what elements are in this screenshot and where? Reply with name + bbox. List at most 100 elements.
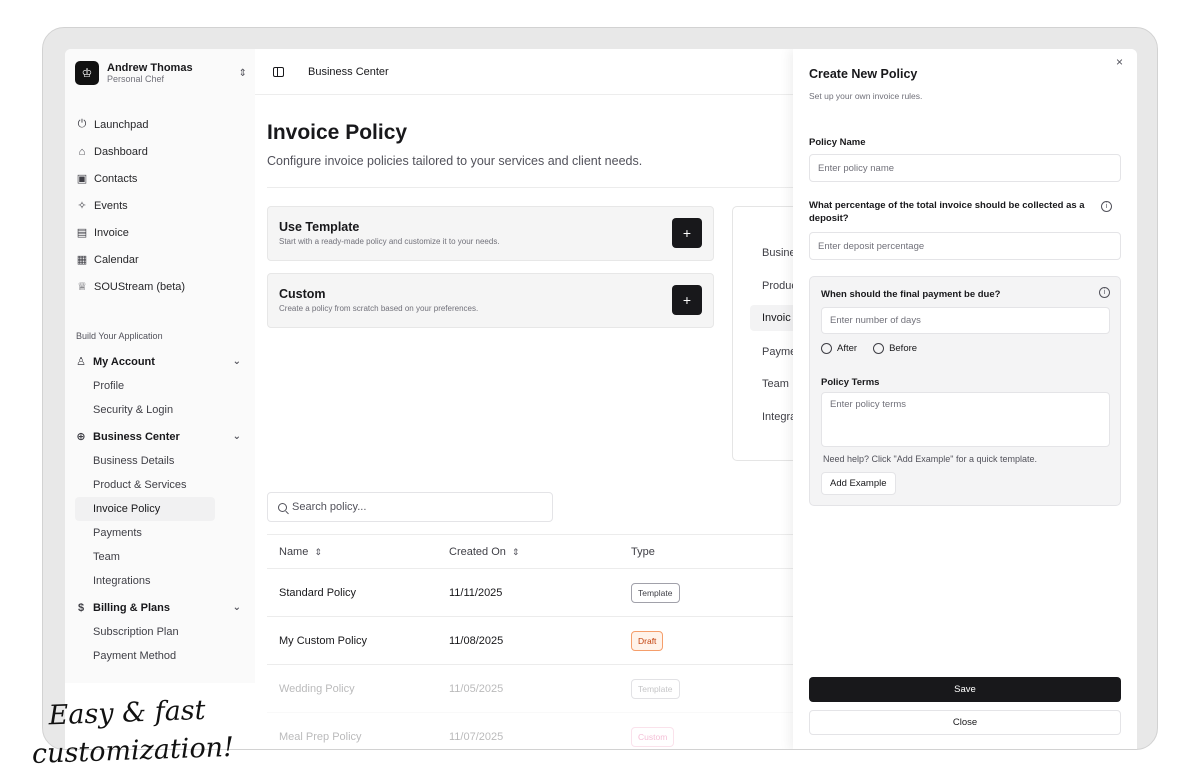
radio-before[interactable] <box>873 343 885 354</box>
header-name[interactable]: Name ⇕ <box>267 546 449 558</box>
tab-business[interactable]: Busine <box>733 240 793 266</box>
timing-radio-group: After Before <box>821 343 933 354</box>
table-row[interactable]: Meal Prep Policy 11/07/2025 Custom <box>267 713 797 749</box>
sub-item-invoice-policy[interactable]: Invoice Policy <box>75 497 215 521</box>
nav-label: Contacts <box>94 172 138 185</box>
nav-item-events[interactable]: ✧ Events <box>75 192 247 219</box>
cell-type: Template <box>631 678 791 699</box>
policy-terms-textarea[interactable]: Enter policy terms <box>821 392 1110 447</box>
group-label: Billing & Plans <box>93 601 171 614</box>
sub-item-business-details[interactable]: Business Details <box>75 449 247 473</box>
profile-switcher[interactable]: ♔ Andrew Thomas Personal Chef ⇕ <box>75 59 247 87</box>
divider <box>267 187 797 188</box>
tab-payments[interactable]: Payme <box>733 339 793 365</box>
contacts-icon: ▣ <box>76 173 88 185</box>
deposit-input[interactable]: Enter deposit percentage <box>809 232 1121 260</box>
search-input[interactable]: Search policy... <box>267 492 553 522</box>
radio-after[interactable] <box>821 343 832 354</box>
nav-label: Dashboard <box>94 145 148 158</box>
group-my-account[interactable]: ♙ My Account ⌄ <box>75 349 247 374</box>
info-icon[interactable]: i <box>1099 287 1110 298</box>
cell-created: 11/07/2025 <box>449 730 504 743</box>
radio-after-label: After <box>837 343 858 354</box>
policy-name-input[interactable]: Enter policy name <box>809 154 1121 182</box>
nav-label: Invoice <box>94 226 129 239</box>
nav-label: Events <box>94 199 128 212</box>
nav-item-dashboard[interactable]: ⌂ Dashboard <box>75 138 247 165</box>
nav-item-soustream[interactable]: ♕ SOUStream (beta) <box>75 273 247 300</box>
cell-type: Template <box>631 582 791 603</box>
profile-role: Personal Chef <box>107 73 165 84</box>
drawer-subtitle: Set up your own invoice rules. <box>809 91 923 101</box>
close-icon[interactable]: × <box>1116 55 1123 69</box>
tagline-line-2: customization! <box>31 731 235 770</box>
chef-hat-icon: ♔ <box>75 61 99 85</box>
calendar-icon: ▦ <box>76 254 88 266</box>
party-icon: ✧ <box>77 200 87 212</box>
home-icon: ⌂ <box>78 145 86 158</box>
dollar-icon: $ <box>77 601 85 614</box>
add-template-button[interactable]: + <box>672 218 702 248</box>
table-row[interactable]: Wedding Policy 11/05/2025 Template <box>267 665 797 713</box>
page-title: Invoice Policy <box>267 121 408 144</box>
chevron-up-down-icon: ⇕ <box>238 67 247 79</box>
policy-table: Name ⇕ Created On ⇕ Type Standard Policy 1… <box>267 534 797 749</box>
top-bar: Business Center <box>255 49 795 95</box>
add-example-button[interactable]: Add Example <box>821 472 896 495</box>
final-payment-box: When should the final payment be due? i … <box>809 276 1121 506</box>
sub-item-integrations[interactable]: Integrations <box>75 569 247 593</box>
search-placeholder: Search policy... <box>292 501 367 513</box>
chevron-down-icon: ⌄ <box>232 356 241 367</box>
sub-item-payment-method[interactable]: Payment Method <box>75 644 247 668</box>
tab-team[interactable]: Team <box>733 371 793 397</box>
settings-tree: ♙ My Account ⌄ Profile Security & Login … <box>75 349 247 668</box>
breadcrumb[interactable]: Business Center <box>308 66 389 78</box>
sub-item-subscription-plan[interactable]: Subscription Plan <box>75 620 247 644</box>
policy-terms-label: Policy Terms <box>821 377 880 388</box>
add-custom-button[interactable]: + <box>672 285 702 315</box>
input-placeholder: Enter policy name <box>818 162 895 174</box>
close-button[interactable]: Close <box>809 710 1121 735</box>
drawer-title: Create New Policy <box>809 67 918 81</box>
profile-text: Andrew Thomas Personal Chef <box>107 62 239 85</box>
user-icon: ♙ <box>76 356 86 368</box>
sidebar: ♔ Andrew Thomas Personal Chef ⇕ ⏻ Launchp… <box>65 49 255 683</box>
sub-item-product-services[interactable]: Product & Services <box>75 473 247 497</box>
create-policy-drawer: × Create New Policy Set up your own invo… <box>793 49 1137 749</box>
sub-item-security-login[interactable]: Security & Login <box>75 398 247 422</box>
sub-item-profile[interactable]: Profile <box>75 374 247 398</box>
tab-products[interactable]: Produc <box>733 273 793 299</box>
type-badge: Template <box>631 582 680 603</box>
tab-integrations[interactable]: Integra <box>733 404 793 430</box>
sub-item-payments[interactable]: Payments <box>75 521 247 545</box>
custom-policy-card[interactable]: Custom Create a policy from scratch base… <box>267 273 714 328</box>
save-button[interactable]: Save <box>809 677 1121 702</box>
card-title: Use Template <box>279 220 360 234</box>
table-row[interactable]: Standard Policy 11/11/2025 Template <box>267 569 797 617</box>
chevron-down-icon: ⌄ <box>232 602 241 613</box>
section-label: Build Your Application <box>76 331 163 341</box>
search-icon <box>278 502 287 512</box>
use-template-card[interactable]: Use Template Start with a ready-made pol… <box>267 206 714 261</box>
cell-name: My Custom Policy <box>279 634 368 647</box>
group-billing-plans[interactable]: $ Billing & Plans ⌄ <box>75 595 247 620</box>
cell-type: Draft <box>631 630 791 651</box>
device-frame: ♔ Andrew Thomas Personal Chef ⇕ ⏻ Launchp… <box>42 27 1158 750</box>
nav-item-invoice[interactable]: ▤ Invoice <box>75 219 247 246</box>
sidebar-toggle-icon[interactable] <box>273 66 284 77</box>
group-business-center[interactable]: ⊕ Business Center ⌄ <box>75 424 247 449</box>
nav-item-launchpad[interactable]: ⏻ Launchpad <box>75 111 247 138</box>
nav-item-contacts[interactable]: ▣ Contacts <box>75 165 247 192</box>
info-icon[interactable]: i <box>1101 201 1112 212</box>
cell-name: Meal Prep Policy <box>279 730 362 743</box>
group-label: Business Center <box>93 430 180 443</box>
table-row[interactable]: My Custom Policy 11/08/2025 Draft <box>267 617 797 665</box>
header-created[interactable]: Created On ⇕ <box>449 546 631 558</box>
type-badge: Draft <box>631 630 664 651</box>
days-input[interactable]: Enter number of days <box>821 307 1110 334</box>
cell-created: 11/11/2025 <box>449 586 503 599</box>
nav-item-calendar[interactable]: ▦ Calendar <box>75 246 247 273</box>
sub-item-team[interactable]: Team <box>75 545 247 569</box>
profile-name: Andrew Thomas <box>107 61 193 74</box>
trophy-icon: ♕ <box>77 281 87 293</box>
